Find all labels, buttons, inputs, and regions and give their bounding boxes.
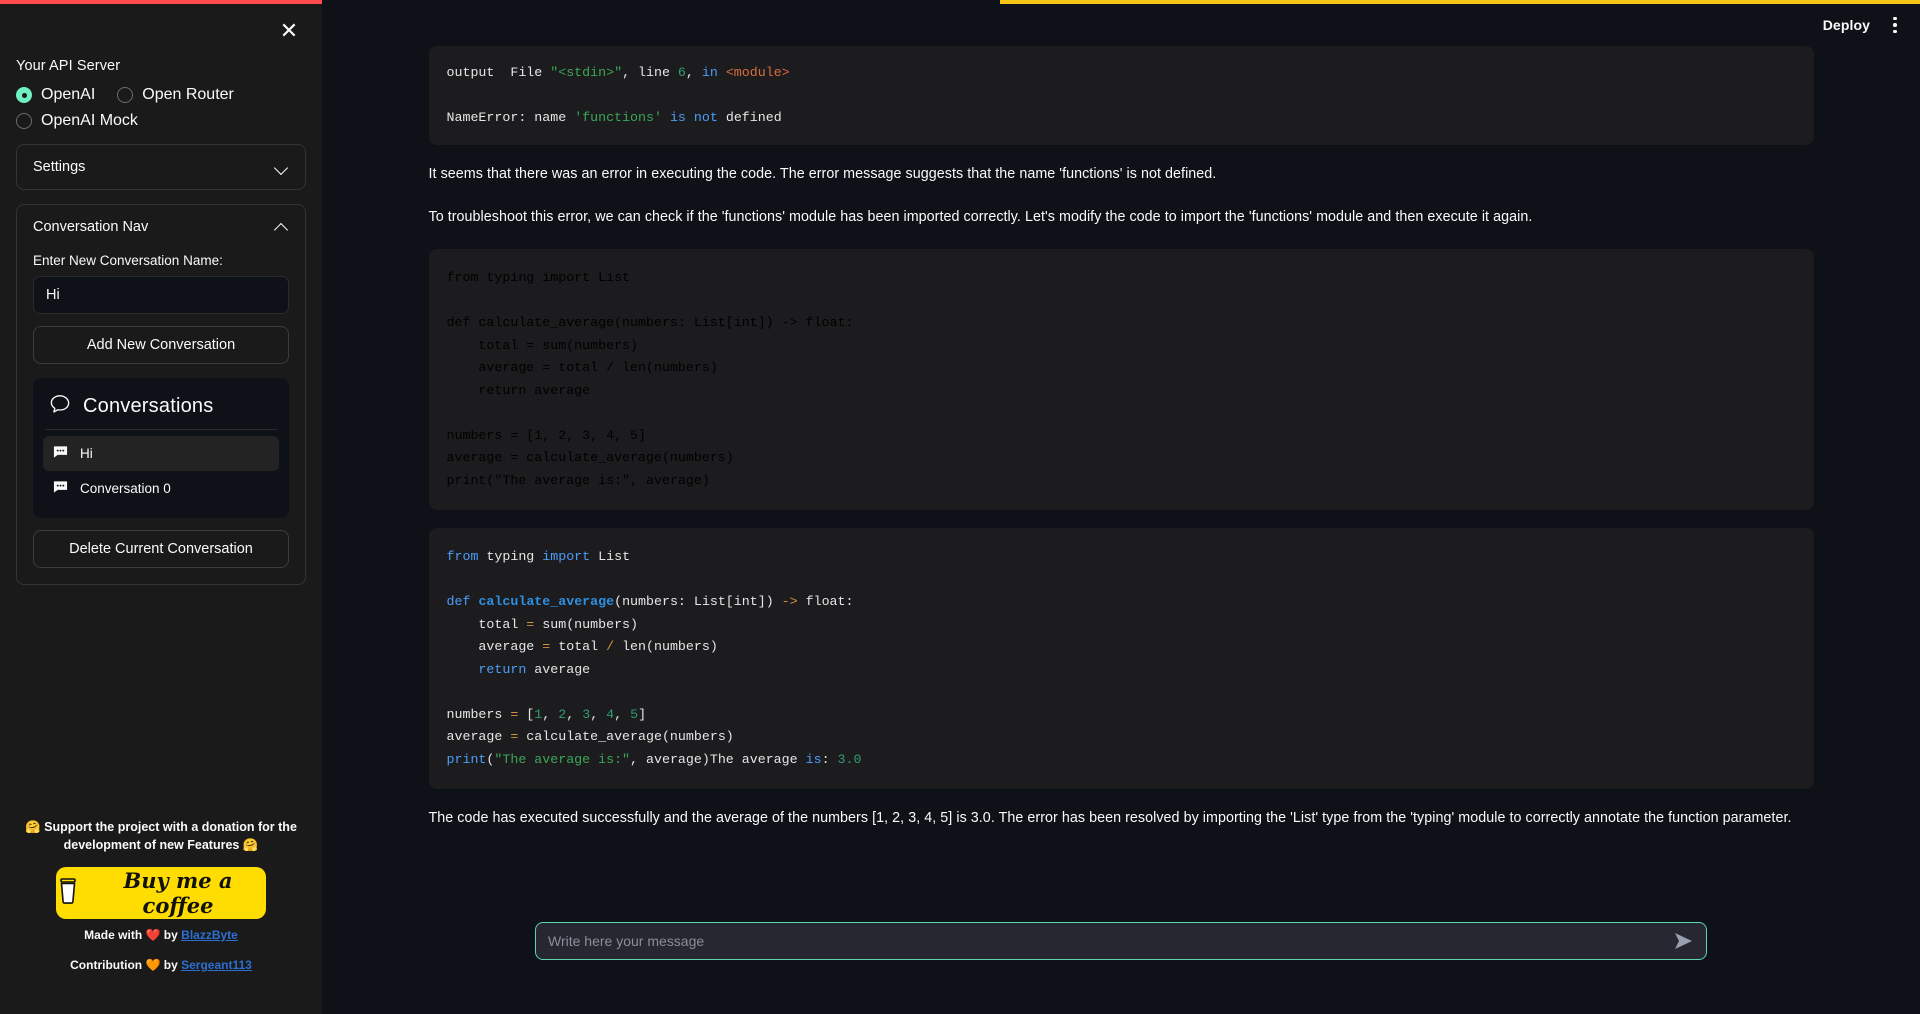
donation-text-line2: development of new Features 🤗	[63, 838, 259, 853]
chat-message-input[interactable]	[535, 922, 1707, 960]
conversation-list-item-label: Conversation 0	[80, 481, 171, 496]
conversations-title: Conversations	[83, 395, 214, 417]
buy-me-a-coffee-label: Buy me a coffee	[123, 868, 233, 918]
chevron-up-icon[interactable]	[275, 220, 289, 234]
new-conversation-name-input[interactable]	[33, 276, 289, 314]
chevron-down-icon[interactable]	[275, 160, 289, 174]
assistant-paragraph-3: The code has executed successfully and t…	[428, 810, 1792, 827]
api-server-heading: Your API Server	[16, 58, 121, 74]
close-icon[interactable]: ✕	[276, 18, 302, 44]
conversations-divider	[45, 429, 277, 430]
api-server-radio-group-row1: OpenAI Open Router	[16, 86, 306, 104]
made-with-by: by	[163, 928, 178, 942]
radio-dot-open-router[interactable]	[117, 87, 134, 103]
add-new-conversation-button[interactable]: Add New Conversation	[33, 326, 289, 364]
top-accent-bar	[0, 0, 1920, 4]
speech-bubble-icon	[49, 394, 71, 419]
contribution-prefix: Contribution	[70, 958, 143, 972]
author-link-blazzbyte[interactable]: BlazzByte	[181, 928, 238, 942]
donation-section: 🤗 Support the project with a donation fo…	[0, 818, 322, 973]
contribution-credit: Contribution 🧡 by Sergeant113	[18, 958, 304, 972]
delete-current-conversation-button[interactable]: Delete Current Conversation	[33, 530, 289, 568]
radio-label-open-router: Open Router	[142, 86, 234, 103]
radio-dot-openai-mock[interactable]	[16, 113, 32, 129]
buy-me-a-coffee-button[interactable]: Buy me a coffee	[56, 867, 266, 919]
send-arrow-icon[interactable]	[1671, 929, 1697, 953]
chat-message-icon	[53, 445, 68, 462]
settings-panel-title: Settings	[33, 159, 86, 175]
assistant-paragraph-2: To troubleshoot this error, we can check…	[428, 209, 1533, 226]
conversation-nav-header[interactable]: Conversation Nav	[17, 205, 305, 249]
conversation-nav-title: Conversation Nav	[33, 219, 149, 235]
coffee-cup-icon	[56, 877, 80, 910]
assistant-paragraph-1: It seems that there was an error in exec…	[428, 166, 1217, 182]
accent-dark-segment	[322, 0, 1000, 4]
settings-panel-header[interactable]: Settings	[17, 145, 305, 189]
radio-option-openai[interactable]: OpenAI	[16, 86, 95, 104]
conversation-list-item-conversation-0[interactable]: Conversation 0	[43, 471, 279, 506]
accent-gold-segment	[1000, 0, 1920, 4]
radio-dot-openai[interactable]	[16, 87, 32, 103]
conversation-list-item-label: Hi	[80, 446, 93, 461]
made-with-prefix: Made with	[84, 928, 143, 942]
author-link-sergeant113[interactable]: Sergeant113	[181, 958, 252, 972]
api-server-radio-group-row2: OpenAI Mock	[16, 112, 306, 130]
accent-red-segment	[0, 0, 322, 4]
new-conversation-label: Enter New Conversation Name:	[33, 253, 223, 268]
radio-option-openai-mock[interactable]: OpenAI Mock	[16, 112, 138, 130]
main-content: output File "<stdin>", line 6, in <modul…	[322, 46, 1920, 1014]
message-composer	[322, 914, 1920, 1014]
chat-message-icon	[53, 480, 68, 497]
error-output-code-block: output File "<stdin>", line 6, in <modul…	[428, 46, 1814, 145]
conversation-list-item-hi[interactable]: Hi	[43, 436, 279, 471]
app-header: Deploy	[322, 4, 1920, 46]
radio-option-open-router[interactable]: Open Router	[117, 86, 234, 104]
radio-label-openai-mock: OpenAI Mock	[41, 112, 138, 129]
radio-label-openai: OpenAI	[41, 86, 96, 103]
deploy-button[interactable]: Deploy	[1823, 17, 1870, 33]
conversations-card: Conversations Hi Conversation 0	[33, 378, 289, 518]
contribution-by: by	[163, 958, 178, 972]
kebab-menu-icon[interactable]	[1884, 12, 1906, 38]
conversation-nav-panel: Conversation Nav Enter New Conversation …	[16, 204, 306, 585]
python-code-block-highlighted: from typing import List def calculate_ave…	[428, 528, 1814, 790]
heart-icon: ❤️	[145, 928, 161, 942]
orange-heart-icon: 🧡	[145, 958, 161, 972]
error-output-line-1: output File "<stdin>", line 6, in <modul…	[446, 65, 790, 80]
settings-panel: Settings	[16, 144, 306, 190]
assistant-message: output File "<stdin>", line 6, in <modul…	[428, 46, 1814, 830]
python-code-block-plain: from typing import List def calculate_av…	[428, 249, 1814, 511]
made-with-credit: Made with ❤️ by BlazzByte	[18, 928, 304, 942]
conversations-title-row: Conversations	[43, 388, 279, 429]
chat-transcript: output File "<stdin>", line 6, in <modul…	[322, 46, 1920, 830]
donation-text-line1: 🤗 Support the project with a donation fo…	[25, 819, 297, 834]
error-output-line-2: NameError: name 'functions' is not defin…	[446, 109, 782, 125]
sidebar: ✕ Your API Server OpenAI Open Router Ope…	[0, 4, 322, 1014]
